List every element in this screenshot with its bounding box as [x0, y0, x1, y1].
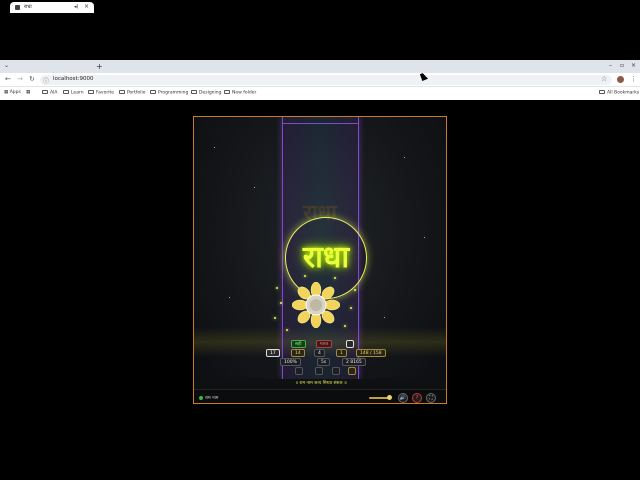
background-star: [384, 317, 385, 318]
background-star: [254, 187, 255, 188]
combo-badge: 1: [336, 349, 347, 357]
minimize-icon[interactable]: –: [609, 62, 612, 69]
lotus-icon: [292, 282, 340, 328]
background-star: [404, 157, 405, 158]
screen-top-margin: [0, 0, 640, 60]
reload-icon[interactable]: ↻: [29, 75, 35, 83]
maximize-icon[interactable]: ▫: [620, 62, 624, 69]
spark-particle: [286, 329, 288, 331]
folder-icon: [88, 90, 94, 94]
powerup-slot-2[interactable]: [315, 367, 323, 375]
fullscreen-button[interactable]: ⛶: [426, 393, 436, 403]
site-info-icon[interactable]: ⓘ: [43, 76, 49, 85]
new-tab-button[interactable]: +: [96, 62, 103, 71]
score-badge: 17: [266, 349, 280, 357]
powerup-slot-3[interactable]: [332, 367, 340, 375]
volume-slider-knob[interactable]: [387, 395, 392, 400]
wrong-counter: गलत: [316, 340, 333, 348]
status-indicator: राम नाम: [199, 395, 218, 401]
tab-search-icon[interactable]: ⌄: [4, 62, 9, 69]
bookmark-grid[interactable]: ▦: [26, 90, 30, 95]
mode-indicator: [346, 340, 354, 348]
tab-title: राधा: [24, 4, 32, 10]
spark-particle: [304, 275, 306, 277]
total-badge: 2 8165: [342, 358, 366, 366]
bookmark-folder-designing[interactable]: Designing: [191, 90, 222, 96]
spark-particle: [344, 325, 346, 327]
lane-top-edge: [282, 123, 359, 124]
spark-particle: [276, 287, 278, 289]
folder-icon: [599, 90, 605, 94]
streak-badge: 14: [291, 349, 305, 357]
address-bar[interactable]: ⓘ localhost:9000: [40, 75, 612, 85]
bookmark-apps[interactable]: ▦ Apps: [4, 90, 21, 95]
spark-particle: [274, 317, 276, 319]
sound-toggle-button[interactable]: 🔊: [398, 393, 408, 403]
speed-badge: 5s: [317, 358, 331, 366]
bookmark-folder-portfolio[interactable]: Portfolio: [119, 90, 146, 96]
grid-icon: ▦: [26, 90, 31, 95]
target-word[interactable]: राधा: [285, 235, 367, 276]
spark-particle: [334, 277, 336, 279]
bookmark-folder-learn[interactable]: Learn: [63, 90, 84, 96]
folder-icon: [224, 90, 230, 94]
bookmark-folder-favorite[interactable]: Favorite: [88, 90, 114, 96]
background-star: [424, 237, 425, 238]
close-window-icon[interactable]: ×: [631, 62, 636, 69]
help-button[interactable]: ?: [412, 393, 422, 403]
game-canvas[interactable]: राधा राधा सही गलत 17 14 4 1 148 / 158 10…: [193, 116, 447, 404]
spark-particle: [354, 289, 356, 291]
game-control-bar: राम नाम 🔊 ? ⛶: [194, 389, 446, 403]
bookmark-folder-aia[interactable]: AIA: [42, 90, 57, 96]
browser-menu-icon[interactable]: ⋮: [630, 75, 637, 83]
bookmark-star-icon[interactable]: ☆: [601, 75, 607, 83]
background-star: [214, 147, 215, 148]
tab-favicon-icon: [15, 5, 20, 10]
folder-icon: [42, 90, 48, 94]
spark-particle: [350, 307, 352, 309]
url-text: localhost:9000: [53, 76, 94, 82]
spark-particle: [280, 302, 282, 304]
folder-icon: [150, 90, 156, 94]
message-bar: ॥ राम नाम सत्य मिथ्या संसार ॥: [194, 379, 446, 389]
folder-icon: [63, 90, 69, 94]
tab-audio-icon[interactable]: ◂): [74, 4, 78, 10]
bookmark-folder-new[interactable]: New folder: [224, 90, 256, 96]
folder-icon: [119, 90, 125, 94]
forward-icon[interactable]: →: [17, 75, 23, 83]
back-icon[interactable]: ←: [5, 75, 11, 83]
volume-slider[interactable]: [369, 395, 392, 400]
profile-avatar[interactable]: [617, 76, 624, 83]
online-dot-icon: [199, 395, 203, 400]
progress-badge: 148 / 158: [356, 349, 386, 357]
background-star: [229, 297, 230, 298]
accuracy-badge: 100%: [280, 358, 301, 366]
correct-counter: सही: [291, 340, 306, 348]
folder-icon: [191, 90, 197, 94]
all-bookmarks[interactable]: All Bookmarks: [599, 90, 639, 96]
bookmark-folder-programming[interactable]: Programming: [150, 90, 188, 96]
tab-close-icon[interactable]: ×: [84, 3, 89, 10]
level-badge: 4: [314, 349, 325, 357]
browser-tab[interactable]: राधा ◂) ×: [10, 2, 94, 13]
powerup-slot-1[interactable]: [295, 367, 303, 375]
powerup-slot-4[interactable]: [348, 367, 356, 375]
